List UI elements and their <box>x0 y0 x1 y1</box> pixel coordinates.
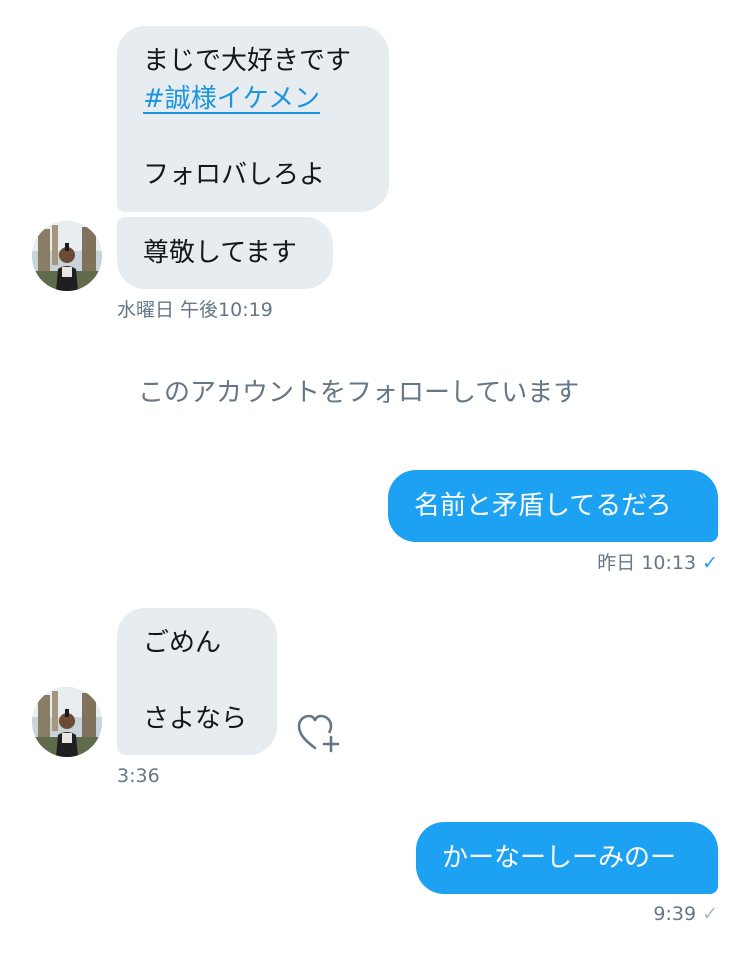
outgoing-message-bubble[interactable]: かーなーしーみのー <box>416 822 718 894</box>
message-text: まじで大好きです <box>143 46 352 76</box>
message-text: 尊敬してます <box>143 238 297 268</box>
avatar-image <box>32 221 102 291</box>
message-status: 9:39 ✓ <box>653 902 718 926</box>
message-timestamp: 3:36 <box>117 765 160 787</box>
avatar[interactable] <box>32 221 102 291</box>
message-text: ごめん <box>143 628 222 658</box>
outgoing-message-bubble[interactable]: 名前と矛盾してるだろ <box>388 470 718 542</box>
incoming-message-bubble[interactable]: 尊敬してます <box>117 217 333 289</box>
incoming-message-bubble[interactable]: まじで大好きです #誠様イケメン フォロバしろよ <box>117 26 389 212</box>
avatar-image <box>32 687 102 757</box>
heart-plus-icon[interactable] <box>296 710 344 754</box>
message-text: 名前と矛盾してるだろ <box>414 491 672 521</box>
avatar[interactable] <box>32 687 102 757</box>
follow-status-notice: このアカウントをフォローしています <box>138 378 580 408</box>
incoming-message-bubble[interactable]: ごめん さよなら <box>117 608 277 755</box>
message-text: さよなら <box>143 704 248 734</box>
check-icon: ✓ <box>702 903 718 925</box>
message-status: 昨日 10:13 ✓ <box>597 551 718 575</box>
message-timestamp: 水曜日 午後10:19 <box>117 299 273 321</box>
message-timestamp: 9:39 <box>653 903 697 925</box>
message-timestamp: 昨日 10:13 <box>597 552 697 574</box>
hashtag-link[interactable]: #誠様イケメン <box>143 80 363 118</box>
check-icon: ✓ <box>702 552 718 574</box>
message-text: フォロバしろよ <box>143 160 326 190</box>
message-text: かーなーしーみのー <box>442 843 677 873</box>
